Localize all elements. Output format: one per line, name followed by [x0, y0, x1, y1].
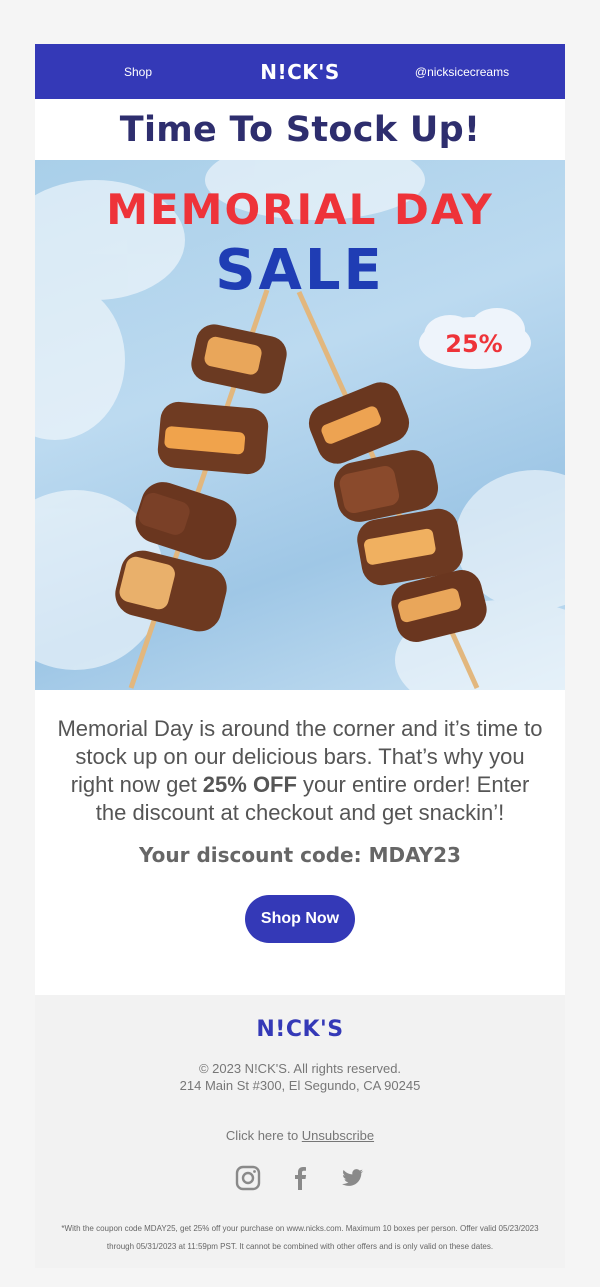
hero-title-memorial-day: MEMORIAL DAY	[106, 185, 494, 234]
hero-image[interactable]: MEMORIAL DAY SALE 25%	[35, 160, 565, 690]
fine-print: *With the coupon code MDAY25, get 25% of…	[61, 1224, 539, 1251]
discount-badge: 25%	[445, 330, 503, 358]
footer-logo[interactable]: N!CK'S	[35, 1017, 565, 1042]
unsubscribe-line: Click here to Unsubscribe	[35, 1128, 565, 1143]
facebook-icon[interactable]	[287, 1165, 313, 1196]
hero-title-sale: SALE	[215, 238, 385, 303]
brand-logo[interactable]: N!CK'S	[260, 60, 340, 84]
headline: Time To Stock Up!	[119, 109, 481, 150]
social-links	[35, 1165, 565, 1196]
footer: N!CK'S © 2023 N!CK'S. All rights reserve…	[35, 995, 565, 1268]
top-nav: Shop N!CK'S @nicksicecreams	[35, 44, 565, 99]
address-text: 214 Main St #300, El Segundo, CA 90245	[179, 1078, 421, 1093]
shop-now-button[interactable]: Shop Now	[245, 895, 355, 943]
email-container: Shop N!CK'S @nicksicecreams Time To Stoc…	[35, 44, 565, 1268]
instagram-icon[interactable]	[235, 1165, 261, 1196]
nav-shop-link[interactable]: Shop	[35, 65, 241, 79]
promo-discount-highlight: 25% OFF	[202, 772, 297, 797]
headline-band: Time To Stock Up!	[35, 99, 565, 160]
copyright-text: © 2023 N!CK'S. All rights reserved.	[198, 1061, 402, 1076]
cta-section: Shop Now	[35, 895, 565, 995]
nav-instagram-handle-link[interactable]: @nicksicecreams	[359, 65, 565, 79]
unsubscribe-prefix: Click here to	[225, 1128, 302, 1143]
discount-code-line: Your discount code: MDAY23	[35, 837, 565, 895]
unsubscribe-link[interactable]: Unsubscribe	[302, 1128, 374, 1143]
twitter-icon[interactable]	[339, 1165, 365, 1196]
promo-paragraph: Memorial Day is around the corner and it…	[35, 690, 565, 837]
